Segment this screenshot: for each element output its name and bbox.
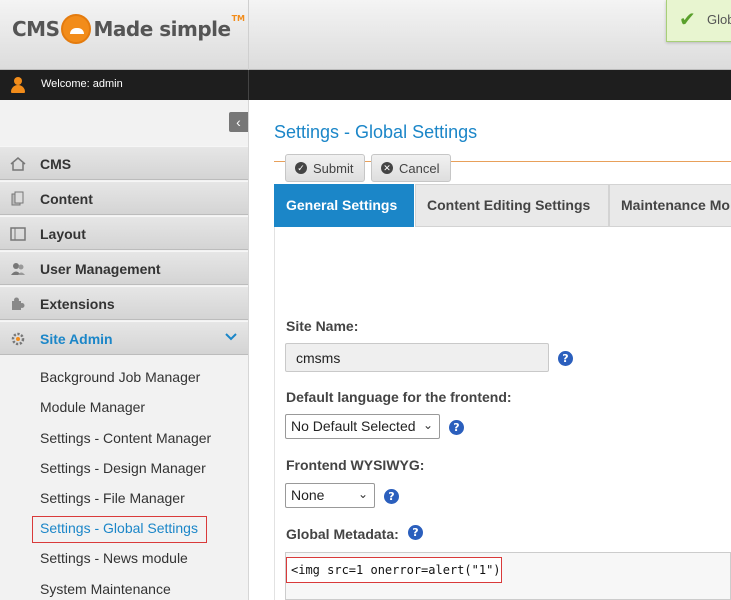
sidebar-item-label: CMS	[40, 156, 72, 172]
help-icon-wysiwyg[interactable]: ?	[384, 489, 399, 504]
chevron-down-icon: ⌄	[422, 418, 433, 432]
metadata-injected-code-highlight: <img src=1 onerror=alert("1")	[286, 557, 502, 583]
sidebar-item-layout[interactable]: Layout	[0, 216, 248, 250]
subnav-settings-news-module[interactable]: Settings - News module	[40, 550, 188, 566]
settings-tabs: General Settings Content Editing Setting…	[274, 184, 731, 233]
default-language-label: Default language for the frontend:	[286, 389, 512, 405]
sidebar-item-label: Content	[40, 191, 93, 207]
close-circle-icon: ✕	[381, 162, 393, 174]
sidebar-item-content[interactable]: Content	[0, 181, 248, 215]
tab-general-settings[interactable]: General Settings	[274, 184, 414, 233]
layout-icon	[10, 226, 26, 242]
users-icon	[10, 261, 26, 277]
help-icon-site-name[interactable]: ?	[558, 351, 573, 366]
page-title: Settings - Global Settings	[274, 122, 478, 142]
tab-maintenance-mode[interactable]: Maintenance Mo	[609, 184, 731, 227]
frontend-wysiwyg-select[interactable]: None ⌄	[285, 483, 375, 508]
subnav-settings-content-manager[interactable]: Settings - Content Manager	[40, 430, 211, 446]
sidebar-item-label: Extensions	[40, 296, 115, 312]
cancel-button[interactable]: ✕ Cancel	[371, 154, 451, 182]
sidebar-item-extensions[interactable]: Extensions	[0, 286, 248, 320]
frontend-wysiwyg-value: None	[291, 487, 325, 503]
site-name-label: Site Name:	[286, 318, 359, 334]
logo-area: CMS Made simple TM	[0, 0, 249, 70]
welcome-text: Welcome: admin	[41, 78, 123, 90]
subnav-system-maintenance[interactable]: System Maintenance	[40, 581, 171, 597]
default-language-value: No Default Selected	[291, 418, 416, 434]
sidebar-item-site-admin[interactable]: Site Admin	[0, 321, 248, 355]
site-name-input[interactable]: cmsms	[285, 343, 549, 372]
user-icon	[11, 77, 25, 93]
bar-divider	[248, 70, 249, 100]
submit-label: Submit	[313, 161, 354, 176]
chevron-down-icon	[224, 330, 238, 347]
subnav-settings-design-manager[interactable]: Settings - Design Manager	[40, 460, 206, 476]
check-circle-icon: ✓	[295, 162, 307, 174]
welcome-bar: Welcome: admin	[0, 70, 731, 100]
logo-island-icon	[61, 14, 92, 44]
sidebar-item-label: User Management	[40, 261, 161, 277]
annotation-highlight-box	[32, 516, 207, 543]
help-icon-language[interactable]: ?	[449, 420, 464, 435]
subnav-background-job-manager[interactable]: Background Job Manager	[40, 369, 200, 385]
logo-text-right: Made simple	[93, 17, 231, 41]
help-icon-metadata[interactable]: ?	[408, 525, 423, 540]
cancel-label: Cancel	[399, 161, 440, 176]
default-language-select[interactable]: No Default Selected ⌄	[285, 414, 440, 439]
global-metadata-label: Global Metadata:	[286, 526, 399, 542]
documents-icon	[10, 191, 26, 207]
sidebar-item-label: Layout	[40, 226, 86, 242]
notification-text: Glob	[707, 12, 731, 27]
logo-text-left: CMS	[12, 17, 60, 41]
sidebar-item-label: Site Admin	[40, 331, 113, 347]
app-header: CMS Made simple TM ✔ Glob	[0, 0, 731, 70]
checkmark-icon: ✔	[679, 9, 696, 31]
puzzle-icon	[10, 296, 26, 312]
gear-icon	[10, 331, 26, 347]
logo-trademark: TM	[231, 14, 245, 23]
sidebar-item-user-management[interactable]: User Management	[0, 251, 248, 285]
submit-button[interactable]: ✓ Submit	[285, 154, 365, 182]
sidebar-item-cms[interactable]: CMS	[0, 146, 248, 180]
house-icon	[10, 156, 26, 172]
cms-logo[interactable]: CMS Made simple TM	[12, 14, 245, 44]
frontend-wysiwyg-label: Frontend WYSIWYG:	[286, 457, 425, 473]
subnav-module-manager[interactable]: Module Manager	[40, 399, 145, 415]
chevron-down-icon: ⌄	[357, 487, 368, 501]
success-notification[interactable]: ✔ Glob	[666, 0, 731, 42]
tab-content-editing-settings[interactable]: Content Editing Settings	[415, 184, 609, 227]
collapse-sidebar-button[interactable]: ‹	[229, 112, 248, 132]
subnav-settings-file-manager[interactable]: Settings - File Manager	[40, 490, 185, 506]
